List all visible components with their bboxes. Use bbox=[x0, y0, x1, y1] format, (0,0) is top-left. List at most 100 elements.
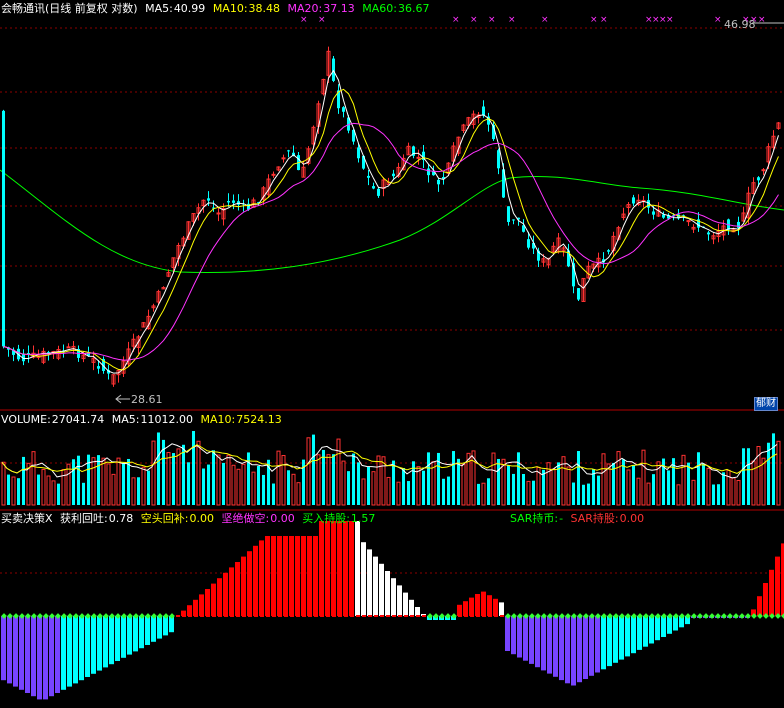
indicator-bar-negative bbox=[577, 616, 582, 683]
sar-dot-red bbox=[380, 615, 384, 617]
volume-bar-down bbox=[182, 444, 185, 505]
profit-label: 获利回吐: bbox=[60, 512, 108, 525]
volume-bar-up bbox=[566, 466, 571, 506]
indicator-bar-positive bbox=[259, 540, 264, 616]
volume-bar-down bbox=[357, 462, 360, 505]
volume-bar-down bbox=[512, 473, 515, 505]
volume-bar-up bbox=[606, 463, 611, 506]
indicator-bar-positive bbox=[337, 521, 342, 616]
candle-body-down bbox=[392, 173, 395, 177]
indicator-bar-negative bbox=[73, 616, 78, 684]
sar-coin-label: SAR持币: bbox=[510, 512, 559, 525]
volume-bar-up bbox=[306, 437, 311, 506]
indicator-bar-positive bbox=[373, 556, 378, 616]
indicator-bar-positive bbox=[757, 596, 762, 616]
short-cover-value: 0.00 bbox=[189, 512, 214, 525]
indicator-bar-negative bbox=[151, 616, 156, 642]
sar-dot-red bbox=[242, 615, 246, 617]
volume-bar-down bbox=[697, 452, 700, 505]
volume-bar-up bbox=[291, 473, 296, 506]
volume-bar-up bbox=[276, 450, 281, 506]
volume-label: VOLUME: bbox=[1, 413, 51, 426]
volume-bar-down bbox=[127, 458, 130, 505]
indicator-bar-negative bbox=[109, 616, 114, 665]
candle-body-up bbox=[416, 156, 421, 159]
sar-dot-red bbox=[410, 615, 414, 617]
volume-bar-up bbox=[636, 477, 641, 506]
stock-chart-window[interactable]: × × × × × × × × × × × × × × × × × 会畅通讯(日线 前复权 对数) MA5:40… bbox=[0, 0, 784, 704]
corner-tag[interactable]: 郁财 bbox=[754, 397, 778, 411]
volume-bar-up bbox=[51, 480, 56, 506]
signal-markers: × × × × × × × × × × × × × × × × × bbox=[300, 15, 766, 25]
volume-bar-down bbox=[712, 484, 715, 505]
volume-bar-up bbox=[216, 454, 221, 506]
candle-body-down bbox=[632, 197, 635, 204]
ma60-curve bbox=[0, 169, 784, 274]
sar-dot-red bbox=[320, 615, 324, 617]
candle-body-down bbox=[497, 150, 500, 169]
volume-bar-up bbox=[41, 468, 46, 506]
volume-bar-down bbox=[532, 480, 535, 505]
volume-bar-down bbox=[772, 433, 775, 505]
indicator-bar-positive bbox=[253, 545, 258, 616]
indicator-bar-positive bbox=[235, 562, 240, 616]
indicator-bar-positive bbox=[775, 556, 780, 616]
indicator-bar-positive bbox=[247, 551, 252, 616]
indicator-bar-negative bbox=[649, 616, 654, 644]
candle-body-down bbox=[757, 177, 760, 181]
indicator-bar-positive bbox=[469, 597, 474, 616]
volume-bar-up bbox=[236, 468, 241, 506]
sar-dot-red bbox=[284, 615, 288, 617]
volume-bar-up bbox=[761, 457, 766, 506]
volume-bar-down bbox=[447, 476, 450, 505]
indicator-bar-negative bbox=[523, 616, 528, 661]
sar-dot-red bbox=[212, 615, 216, 617]
volume-bar-down bbox=[632, 465, 635, 505]
indicator-bar-positive bbox=[355, 521, 360, 616]
volume-bars[interactable] bbox=[1, 431, 781, 506]
candle-body-down bbox=[372, 186, 375, 189]
indicator-bar-positive bbox=[367, 549, 372, 616]
volume-bar-down bbox=[717, 484, 720, 505]
volume-bar-up bbox=[281, 455, 286, 506]
indicator-bar-positive bbox=[229, 567, 234, 616]
sar-dot-red bbox=[392, 615, 396, 617]
volume-bar-up bbox=[376, 455, 381, 506]
volume-bar-up bbox=[601, 453, 606, 506]
sar-dot-red bbox=[176, 615, 180, 617]
sar-dot-red bbox=[182, 615, 186, 617]
signal-marker: × bbox=[452, 15, 460, 25]
volume-bar-down bbox=[97, 455, 100, 505]
volume-bar-down bbox=[332, 454, 335, 505]
indicator-bar-negative bbox=[43, 616, 48, 700]
volume-bar-up bbox=[341, 460, 346, 506]
volume-bar-up bbox=[481, 482, 486, 506]
indicator-bar-negative bbox=[637, 616, 642, 650]
ma60-line bbox=[0, 169, 784, 274]
signal-marker: × bbox=[666, 15, 674, 25]
indicator-bar-positive bbox=[481, 591, 486, 616]
volume-bar-down bbox=[407, 481, 410, 505]
indicator-bar-positive bbox=[385, 571, 390, 616]
candle-body-down bbox=[232, 200, 235, 203]
candlestick-series[interactable] bbox=[2, 46, 781, 387]
volume-bar-up bbox=[526, 480, 531, 506]
indicator-bar-negative bbox=[97, 616, 102, 671]
volume-bar-down bbox=[722, 472, 725, 505]
volume-bar-down bbox=[457, 458, 460, 505]
indicator-bar-positive bbox=[241, 556, 246, 616]
indicator-bar-negative bbox=[565, 616, 570, 684]
indicator-bars[interactable] bbox=[1, 521, 784, 700]
indicator-bar-negative bbox=[517, 616, 522, 658]
stock-chart-canvas[interactable]: × × × × × × × × × × × × × × × × × bbox=[0, 0, 784, 704]
volume-bar-up bbox=[296, 482, 301, 506]
candle-body-down bbox=[482, 106, 485, 116]
indicator-bar-negative bbox=[13, 616, 18, 687]
indicator-bar-negative bbox=[595, 616, 600, 673]
volume-bar-down bbox=[272, 483, 275, 505]
indicator-bar-positive bbox=[361, 542, 366, 616]
indicator-bar-positive bbox=[187, 605, 192, 616]
candle-body-up bbox=[281, 157, 286, 160]
volume-bar-up bbox=[706, 467, 711, 506]
signal-marker: × bbox=[541, 15, 549, 25]
